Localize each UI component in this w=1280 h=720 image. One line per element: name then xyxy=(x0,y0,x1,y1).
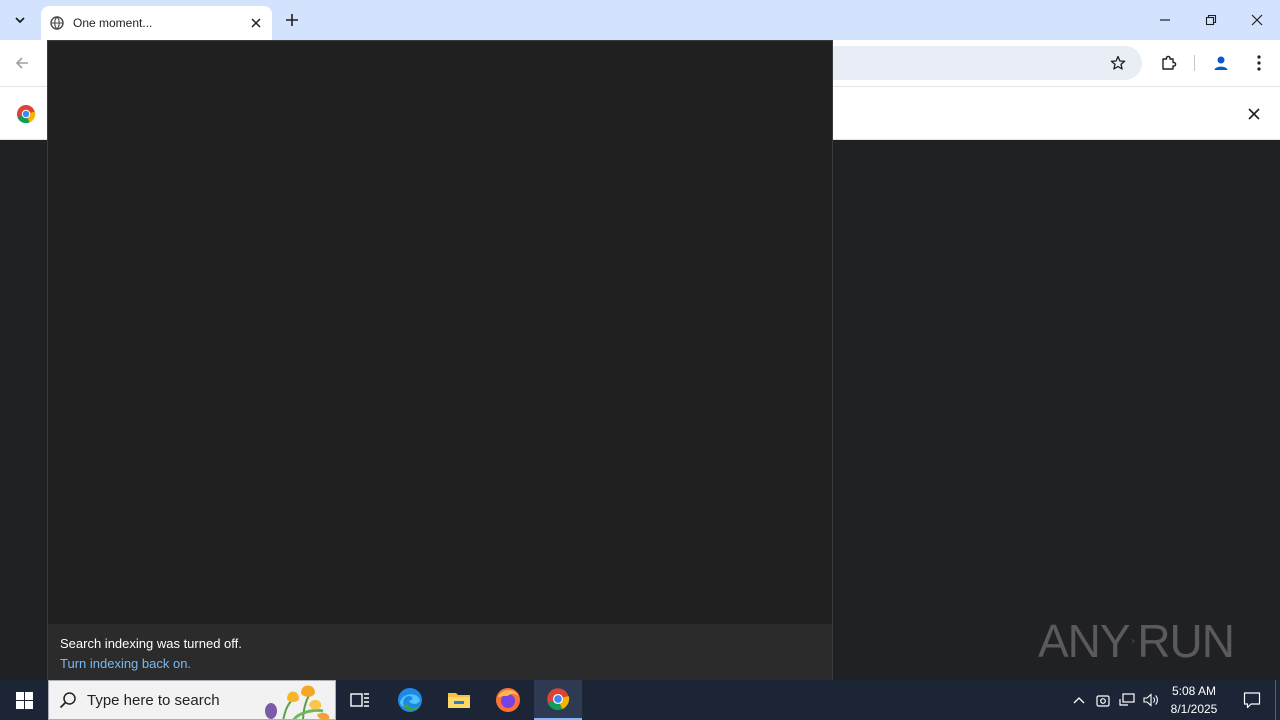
network-button[interactable] xyxy=(1116,680,1138,720)
person-icon xyxy=(1214,56,1228,70)
search-flyout-footer: Search indexing was turned off. Turn ind… xyxy=(48,624,832,680)
chrome-taskbar-button[interactable] xyxy=(534,680,582,720)
tab-strip: One moment... xyxy=(0,0,1280,40)
firefox-taskbar-button[interactable] xyxy=(484,680,532,720)
firefox-icon xyxy=(496,688,520,712)
windows-logo-icon xyxy=(15,691,33,709)
edge-taskbar-button[interactable] xyxy=(386,680,434,720)
window-close-button[interactable] xyxy=(1234,0,1280,40)
taskbar: Type here to search 5:08 AM 8/1/2025 xyxy=(0,680,1280,720)
toolbar-separator xyxy=(1194,55,1195,71)
close-icon xyxy=(251,18,261,28)
browser-menu-button[interactable] xyxy=(1247,51,1271,75)
taskbar-search-box[interactable]: Type here to search xyxy=(48,680,336,720)
camera-icon xyxy=(1096,695,1110,707)
plus-icon xyxy=(286,14,298,26)
close-icon xyxy=(1251,14,1263,26)
restore-button[interactable] xyxy=(1188,0,1234,40)
watermark-text-right: RUN xyxy=(1137,615,1235,667)
search-icon xyxy=(49,681,87,719)
anyrun-watermark: ANY RUN xyxy=(1038,606,1235,676)
chevron-up-icon xyxy=(1073,697,1085,704)
kebab-icon xyxy=(1257,55,1261,71)
clock-time: 5:08 AM xyxy=(1171,684,1217,698)
restore-icon xyxy=(1205,14,1217,26)
extensions-button[interactable] xyxy=(1157,51,1181,75)
profile-button[interactable] xyxy=(1209,51,1233,75)
network-icon xyxy=(1119,693,1135,706)
bookmark-button[interactable] xyxy=(1106,51,1130,75)
meet-now-button[interactable] xyxy=(1092,680,1114,720)
action-center-button[interactable] xyxy=(1232,680,1272,720)
tab-close-button[interactable] xyxy=(246,13,266,33)
search-placeholder: Type here to search xyxy=(87,691,220,709)
taskbar-clock[interactable]: 5:08 AM 8/1/2025 xyxy=(1164,682,1224,718)
tab-search-button[interactable] xyxy=(8,8,32,32)
turn-indexing-on-link[interactable]: Turn indexing back on. xyxy=(60,654,820,674)
back-button[interactable] xyxy=(10,51,34,75)
folder-icon xyxy=(448,693,470,708)
speaker-icon xyxy=(1143,693,1158,707)
indexing-off-message: Search indexing was turned off. xyxy=(60,636,242,651)
start-button[interactable] xyxy=(0,680,48,720)
tab-title: One moment... xyxy=(73,16,153,30)
show-desktop-button[interactable] xyxy=(1275,680,1280,720)
show-hidden-icons-button[interactable] xyxy=(1068,680,1090,720)
globe-icon xyxy=(49,15,65,31)
browser-tab[interactable]: One moment... xyxy=(41,6,272,40)
address-bar[interactable] xyxy=(790,46,1142,80)
play-logo-icon xyxy=(1131,639,1136,643)
notification-icon xyxy=(1243,692,1261,709)
clock-date: 8/1/2025 xyxy=(1170,702,1218,716)
chrome-icon xyxy=(547,688,570,711)
minimize-button[interactable] xyxy=(1142,0,1188,40)
file-explorer-taskbar-button[interactable] xyxy=(435,680,483,720)
volume-button[interactable] xyxy=(1140,680,1162,720)
star-icon xyxy=(1110,55,1126,70)
arrow-left-icon xyxy=(15,57,28,69)
task-view-icon xyxy=(350,693,369,707)
chevron-down-icon xyxy=(15,17,25,24)
minimize-icon xyxy=(1160,19,1170,21)
flower-illustration-icon xyxy=(253,681,335,719)
watermark-text-left: ANY xyxy=(1038,615,1131,667)
close-icon xyxy=(1248,108,1260,120)
infobar-close-button[interactable] xyxy=(1242,102,1266,126)
edge-icon xyxy=(398,688,422,712)
task-view-button[interactable] xyxy=(336,680,384,720)
new-tab-button[interactable] xyxy=(280,8,304,32)
chrome-logo-icon xyxy=(17,105,36,124)
puzzle-icon xyxy=(1162,55,1177,70)
windows-search-flyout: Search indexing was turned off. Turn ind… xyxy=(47,40,833,680)
